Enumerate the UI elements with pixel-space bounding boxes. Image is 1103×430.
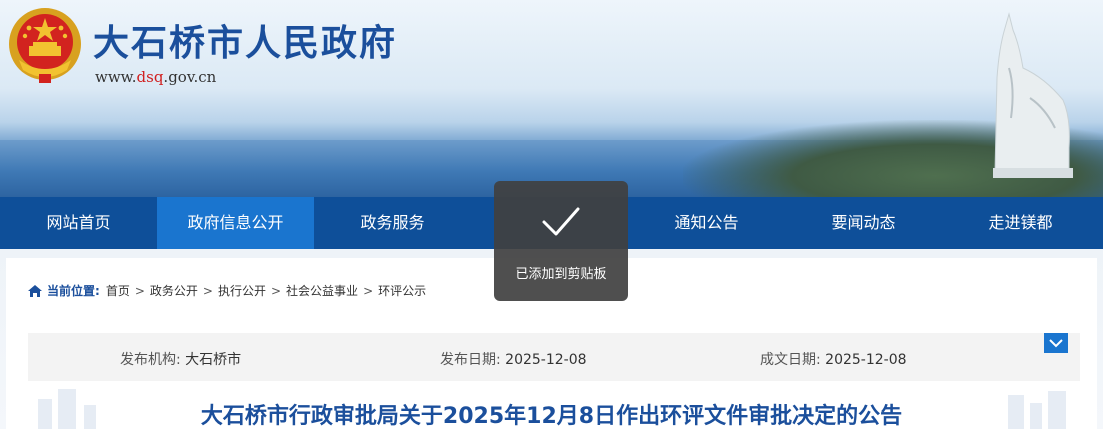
breadcrumb-item-home[interactable]: 首页	[106, 282, 130, 299]
breadcrumb-item-public-welfare[interactable]: 社会公益事业	[286, 282, 358, 299]
home-icon	[27, 284, 43, 298]
site-url-highlight: dsq	[136, 68, 164, 86]
checkmark-icon	[542, 207, 580, 236]
nav-item-news[interactable]: 要闻动态	[785, 197, 942, 249]
national-emblem-icon	[9, 8, 81, 83]
breadcrumb-separator: >	[270, 283, 282, 298]
breadcrumb: 当前位置: 首页 > 政务公开 > 执行公开 > 社会公益事业 > 环评公示	[27, 282, 426, 299]
breadcrumb-separator: >	[134, 283, 145, 298]
article-meta-bar: 发布机构: 大石桥市 发布日期: 2025-12-08 成文日期: 2025-1…	[28, 333, 1080, 381]
breadcrumb-item-exec-open[interactable]: 执行公开	[218, 282, 266, 299]
meta-publisher: 发布机构: 大石桥市	[120, 349, 241, 369]
meta-publisher-key: 发布机构:	[120, 352, 181, 368]
nav-item-about[interactable]: 走进镁都	[942, 197, 1099, 249]
meta-created-date-value: 2025-12-08	[825, 352, 907, 368]
toast-message: 已添加到剪贴板	[515, 267, 607, 282]
expand-meta-button[interactable]	[1044, 333, 1068, 353]
site-url-prefix: www.	[95, 68, 137, 86]
site-url: www.dsq.gov.cn	[95, 68, 216, 86]
chevron-down-icon	[1049, 339, 1063, 348]
meta-publisher-value: 大石桥市	[185, 352, 242, 368]
meta-publish-date-key: 发布日期:	[440, 352, 501, 368]
meta-publish-date-value: 2025-12-08	[505, 352, 587, 368]
stone-statue-image	[993, 12, 1073, 178]
meta-created-date: 成文日期: 2025-12-08	[760, 349, 907, 369]
site-title: 大石桥市人民政府	[93, 23, 398, 64]
meta-created-date-key: 成文日期:	[760, 352, 821, 368]
breadcrumb-label: 当前位置:	[47, 284, 100, 298]
breadcrumb-separator: >	[202, 283, 213, 298]
nav-item-notices[interactable]: 通知公告	[628, 197, 785, 249]
breadcrumb-separator: >	[363, 283, 374, 298]
meta-publish-date: 发布日期: 2025-12-08	[440, 349, 587, 369]
nav-item-gov-info[interactable]: 政府信息公开	[157, 197, 314, 249]
nav-item-home[interactable]: 网站首页	[0, 197, 157, 249]
site-url-suffix: .gov.cn	[163, 68, 217, 86]
article-title: 大石桥市行政审批局关于2025年12月8日作出环评文件审批决定的公告	[200, 404, 903, 429]
breadcrumb-item-gov-open[interactable]: 政务公开	[150, 282, 198, 299]
breadcrumb-item-eia[interactable]: 环评公示	[378, 282, 426, 299]
nav-item-gov-service[interactable]: 政务服务	[314, 197, 471, 249]
clipboard-toast: 已添加到剪贴板	[494, 181, 628, 301]
header-banner: 大石桥市人民政府 www.dsq.gov.cn	[0, 0, 1103, 197]
